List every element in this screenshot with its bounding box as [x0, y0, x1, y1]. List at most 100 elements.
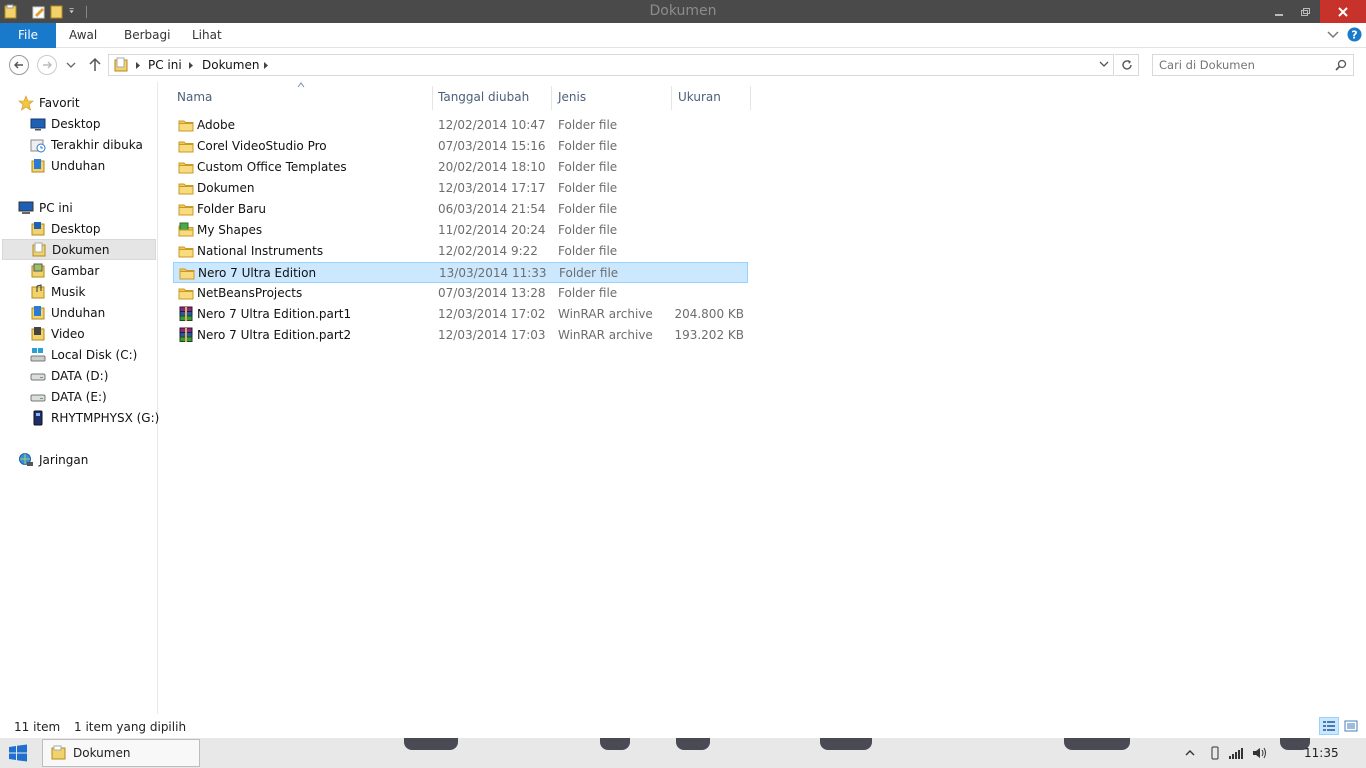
- details-view-button[interactable]: [1319, 717, 1339, 735]
- drive-icon: [30, 389, 46, 405]
- file-name: Dokumen: [197, 181, 255, 195]
- nav-pc-documents[interactable]: Dokumen: [2, 239, 156, 260]
- nav-label: Musik: [51, 284, 86, 299]
- nav-pc-desktop[interactable]: Desktop: [2, 218, 156, 239]
- file-name: Nero 7 Ultra Edition.part2: [197, 328, 352, 342]
- help-icon[interactable]: ?: [1347, 27, 1362, 42]
- tab-file[interactable]: File: [0, 23, 56, 48]
- large-icons-view-button[interactable]: [1341, 717, 1361, 735]
- star-icon: [18, 94, 34, 111]
- file-row[interactable]: Nero 7 Ultra Edition.part1 12/03/2014 17:…: [173, 304, 748, 325]
- nav-label: Desktop: [51, 116, 101, 131]
- wallpaper-decoration: [676, 738, 710, 750]
- winrar-archive-icon: [179, 306, 193, 321]
- wallpaper-decoration: [404, 738, 458, 750]
- file-date-modified: 11/02/2014 20:24: [438, 223, 546, 237]
- file-name: Nero 7 Ultra Edition: [198, 266, 317, 280]
- file-date-modified: 07/03/2014 15:16: [438, 139, 546, 153]
- file-row[interactable]: Nero 7 Ultra Edition.part2 12/03/2014 17:…: [173, 325, 748, 346]
- up-arrow-icon[interactable]: [88, 57, 102, 73]
- nav-pc-data-e[interactable]: DATA (E:): [2, 386, 156, 407]
- nav-fav-desktop[interactable]: Desktop: [2, 113, 156, 134]
- nav-pc[interactable]: PC ini: [2, 197, 156, 218]
- taskbar-explorer-button[interactable]: Dokumen: [42, 739, 200, 767]
- file-name: Nero 7 Ultra Edition.part1: [197, 307, 352, 321]
- tab-lihat[interactable]: Lihat: [192, 23, 222, 48]
- expand-ribbon-icon[interactable]: [1327, 30, 1339, 40]
- tab-awal[interactable]: Awal: [69, 23, 97, 48]
- show-hidden-icons-icon[interactable]: [1184, 748, 1196, 758]
- breadcrumb-dokumen[interactable]: Dokumen: [202, 58, 259, 72]
- windows-start-icon[interactable]: [8, 744, 28, 762]
- column-header-name[interactable]: Nama: [171, 86, 433, 110]
- nav-pc-data-d[interactable]: DATA (D:): [2, 365, 156, 386]
- nav-pc-pictures[interactable]: Gambar: [2, 260, 156, 281]
- nav-label: Dokumen: [52, 242, 110, 257]
- forward-button[interactable]: [37, 55, 57, 75]
- restore-button[interactable]: [1292, 0, 1318, 23]
- wallpaper-decoration: [1064, 738, 1130, 750]
- nav-pc-downloads[interactable]: Unduhan: [2, 302, 156, 323]
- documents-folder-icon: [114, 57, 128, 72]
- nav-fav-downloads[interactable]: Unduhan: [2, 155, 156, 176]
- file-row[interactable]: Nero 7 Ultra Edition 13/03/2014 11:33 Fold…: [173, 262, 748, 283]
- taskbar: Dokumen 11:35: [0, 738, 1366, 768]
- shapes-folder-icon: [178, 222, 194, 237]
- folder-icon: [178, 183, 194, 195]
- minimize-button[interactable]: [1266, 0, 1292, 23]
- breadcrumb-chevron-icon[interactable]: [135, 61, 141, 70]
- refresh-button[interactable]: [1115, 54, 1139, 76]
- column-header-date[interactable]: Tanggal diubah: [432, 86, 552, 110]
- nav-label: Desktop: [51, 221, 101, 236]
- column-separator[interactable]: [750, 86, 751, 110]
- nav-pc-music[interactable]: Musik: [2, 281, 156, 302]
- volume-icon[interactable]: [1252, 746, 1268, 760]
- nav-pc-local-disk-c[interactable]: Local Disk (C:): [2, 344, 156, 365]
- file-row[interactable]: Dokumen 12/03/2014 17:17 Folder file: [173, 178, 748, 199]
- file-row[interactable]: Custom Office Templates 20/02/2014 18:10 F…: [173, 157, 748, 178]
- recent-locations-chevron-icon[interactable]: [66, 62, 76, 70]
- selection-count: 1 item yang dipilih: [74, 720, 187, 734]
- nav-network[interactable]: Jaringan: [2, 449, 156, 470]
- search-input[interactable]: [1159, 57, 1329, 73]
- pictures-folder-icon: [30, 263, 46, 279]
- wallpaper-decoration: [600, 738, 630, 750]
- column-header-type[interactable]: Jenis: [552, 86, 672, 110]
- file-date-modified: 12/02/2014 10:47: [438, 118, 546, 132]
- nav-pc-videos[interactable]: Video: [2, 323, 156, 344]
- file-row[interactable]: NetBeansProjects 07/03/2014 13:28 Folder f…: [173, 283, 748, 304]
- nav-label: Jaringan: [39, 452, 89, 467]
- system-drive-icon: [30, 347, 46, 363]
- file-row[interactable]: National Instruments 12/02/2014 9:22 Folde…: [173, 241, 748, 262]
- nav-label: Gambar: [51, 263, 100, 278]
- file-name: NetBeansProjects: [197, 286, 303, 300]
- svg-text:?: ?: [1351, 29, 1357, 42]
- back-button[interactable]: [9, 55, 29, 75]
- address-dropdown-icon[interactable]: [1099, 61, 1109, 69]
- clock[interactable]: 11:35: [1304, 746, 1339, 760]
- file-row[interactable]: Folder Baru 06/03/2014 21:54 Folder file: [173, 199, 748, 220]
- file-row[interactable]: Adobe 12/02/2014 10:47 Folder file: [173, 115, 748, 136]
- breadcrumb-chevron-icon[interactable]: [188, 61, 194, 70]
- column-header-size[interactable]: Ukuran: [672, 86, 750, 110]
- breadcrumb-chevron-icon[interactable]: [263, 61, 269, 70]
- nav-fav-recent[interactable]: Terakhir dibuka: [2, 134, 156, 155]
- nav-pc-rhytmphysx-g[interactable]: RHYTMPHYSX (G:): [2, 407, 159, 428]
- search-icon[interactable]: [1335, 59, 1347, 71]
- search-box[interactable]: [1152, 54, 1354, 76]
- close-button[interactable]: [1320, 0, 1366, 23]
- folder-icon: [178, 246, 194, 258]
- address-bar[interactable]: PC ini Dokumen: [108, 54, 1114, 76]
- file-size: 193.202 KB: [674, 328, 744, 342]
- breadcrumb-pc[interactable]: PC ini: [148, 58, 182, 72]
- nav-favorites[interactable]: Favorit: [2, 92, 156, 113]
- file-row[interactable]: My Shapes 11/02/2014 20:24 Folder file: [173, 220, 748, 241]
- file-explorer-icon: [51, 745, 66, 760]
- device-icon[interactable]: [1210, 746, 1220, 760]
- nav-label: Unduhan: [51, 305, 106, 320]
- large-icons-view-icon: [1344, 720, 1358, 732]
- network-signal-icon[interactable]: [1228, 746, 1244, 760]
- file-row[interactable]: Corel VideoStudio Pro 07/03/2014 15:16 Fol…: [173, 136, 748, 157]
- tab-berbagi[interactable]: Berbagi: [124, 23, 170, 48]
- nav-label: Favorit: [39, 95, 80, 110]
